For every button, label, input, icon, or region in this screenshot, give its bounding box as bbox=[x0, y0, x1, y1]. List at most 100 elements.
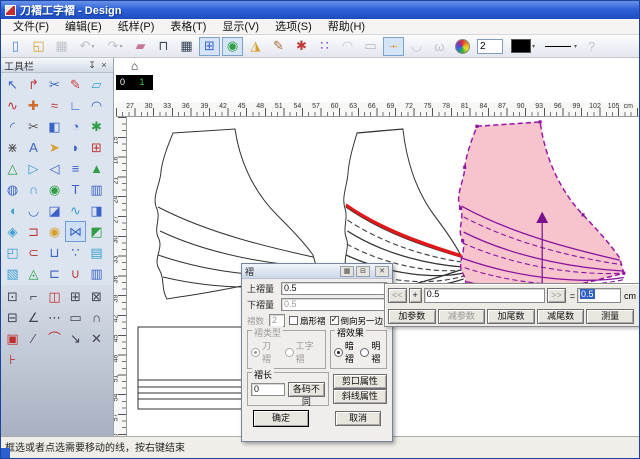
sidebar-tool-29[interactable]: ▥ bbox=[86, 179, 107, 200]
size-0[interactable]: 0 bbox=[120, 77, 125, 87]
sidebar-tool-34[interactable]: ◨ bbox=[86, 200, 107, 221]
pleat-length-input[interactable]: 0 bbox=[251, 383, 285, 396]
menu-table[interactable]: 表格(T) bbox=[162, 19, 214, 35]
sidebar-tool-62[interactable]: ⌒ bbox=[44, 328, 65, 349]
sidebar-tool-8[interactable]: ∟ bbox=[65, 95, 86, 116]
sidebar-tool-47[interactable]: ⊏ bbox=[44, 263, 65, 284]
sidebar-tool-18[interactable]: ◗ bbox=[65, 137, 86, 158]
drill-line-icon[interactable]: -•- bbox=[383, 37, 404, 56]
menu-pattern[interactable]: 纸样(P) bbox=[110, 19, 163, 35]
fan-pleat-checkbox[interactable] bbox=[289, 316, 298, 325]
sidebar-tool-58[interactable]: ▭ bbox=[65, 307, 86, 328]
sidebar-tool-54[interactable]: ⊠ bbox=[86, 286, 107, 307]
sidebar-tool-10[interactable]: ◜ bbox=[2, 116, 23, 137]
sidebar-tool-53[interactable]: ⊞ bbox=[65, 286, 86, 307]
sidebar-tool-2[interactable]: ✂ bbox=[44, 74, 65, 95]
sidebar-tool-42[interactable]: ⊔ bbox=[44, 242, 65, 263]
line-width-input[interactable] bbox=[477, 39, 503, 54]
sidebar-tool-31[interactable]: ◡ bbox=[23, 200, 44, 221]
menu-edit[interactable]: 编辑(E) bbox=[57, 19, 110, 35]
dialog-close-button[interactable]: ✕ bbox=[375, 266, 389, 277]
sidebar-tool-9[interactable]: ◠ bbox=[86, 95, 107, 116]
menu-file[interactable]: 文件(F) bbox=[5, 19, 57, 35]
spec-table-icon[interactable]: ▦ bbox=[176, 37, 197, 56]
notch-props-button[interactable]: 剪口属性 bbox=[333, 374, 387, 389]
sidebar-tool-11[interactable]: ✂ bbox=[23, 116, 44, 137]
sidebar-tool-28[interactable]: T bbox=[65, 179, 86, 200]
sidebar-tool-17[interactable]: ➤ bbox=[44, 137, 65, 158]
color-points-icon[interactable]: ∷ bbox=[314, 37, 335, 56]
calc-button-4[interactable]: 测量 bbox=[586, 309, 634, 324]
sidebar-tool-45[interactable]: ▧ bbox=[2, 263, 23, 284]
link-nodes-icon[interactable]: ✱ bbox=[291, 37, 312, 56]
sidebar-tool-44[interactable]: ▤ bbox=[86, 242, 107, 263]
sidebar-tool-39[interactable]: ◩ bbox=[86, 221, 107, 242]
sidebar-tool-51[interactable]: ⌐ bbox=[23, 286, 44, 307]
menu-help[interactable]: 帮助(H) bbox=[320, 19, 373, 35]
sidebar-tool-59[interactable]: ∩ bbox=[86, 307, 107, 328]
pleat-dialog-titlebar[interactable]: 褶 ▦ ⊟ ✕ bbox=[242, 264, 392, 279]
sidebar-tool-7[interactable]: ≈ bbox=[44, 95, 65, 116]
cancel-button[interactable]: 取消 bbox=[335, 411, 381, 426]
sidebar-tool-65[interactable]: ⊦ bbox=[2, 349, 23, 370]
open-folder-icon[interactable]: ◱ bbox=[28, 37, 49, 56]
pin-icon[interactable]: ↧ bbox=[86, 60, 98, 71]
sidebar-tool-50[interactable]: ⊡ bbox=[2, 286, 23, 307]
sidebar-tool-60[interactable]: ▣ bbox=[2, 328, 23, 349]
line-style-icon[interactable]: ▾ bbox=[541, 37, 579, 56]
menu-view[interactable]: 显示(V) bbox=[214, 19, 267, 35]
sidebar-tool-63[interactable]: ↘ bbox=[65, 328, 86, 349]
worktable-icon[interactable]: ⊓ bbox=[153, 37, 174, 56]
size-1[interactable]: 1 bbox=[140, 77, 145, 87]
sidebar-tool-13[interactable]: ◔ bbox=[65, 116, 86, 137]
sidebar-tool-25[interactable]: ◍ bbox=[2, 179, 23, 200]
diagonal-props-button[interactable]: 斜线属性 bbox=[333, 389, 387, 404]
pattern-window-icon[interactable]: ⊞ bbox=[199, 37, 220, 56]
show-piece-icon[interactable]: ◉ bbox=[222, 37, 243, 56]
plus-button[interactable]: + bbox=[409, 288, 422, 303]
new-file-icon[interactable]: ▯ bbox=[5, 37, 26, 56]
sidebar-tool-37[interactable]: ◉ bbox=[44, 221, 65, 242]
three-d-view-icon[interactable]: ◮ bbox=[245, 37, 266, 56]
close-icon[interactable]: × bbox=[98, 60, 110, 70]
upper-pleat-input[interactable]: 0.5 bbox=[281, 282, 387, 295]
sidebar-tool-12[interactable]: ◧ bbox=[44, 116, 65, 137]
color-wheel-icon[interactable] bbox=[452, 37, 473, 56]
sidebar-tool-57[interactable]: ⋯ bbox=[44, 307, 65, 328]
menu-options[interactable]: 选项(S) bbox=[267, 19, 320, 35]
sidebar-tool-52[interactable]: ◫ bbox=[44, 286, 65, 307]
sidebar-tool-3[interactable]: ✎ bbox=[65, 74, 86, 95]
sidebar-tool-14[interactable]: ✱ bbox=[86, 116, 107, 137]
sidebar-tool-55[interactable]: ⊟ bbox=[2, 307, 23, 328]
sidebar-tool-26[interactable]: ∩ bbox=[23, 179, 44, 200]
line-color-icon[interactable]: ▾ bbox=[507, 37, 539, 56]
sidebar-tool-0[interactable]: ↖ bbox=[2, 74, 23, 95]
sidebar-tool-27[interactable]: ◉ bbox=[44, 179, 65, 200]
sidebar-tool-24[interactable]: ▲ bbox=[86, 158, 107, 179]
sidebar-tool-41[interactable]: ⊂ bbox=[23, 242, 44, 263]
hidden-pleat-radio[interactable] bbox=[334, 348, 343, 357]
brush-icon[interactable]: ✎ bbox=[268, 37, 289, 56]
per-size-button[interactable]: 各码不同 bbox=[288, 382, 325, 397]
sidebar-tool-1[interactable]: ↱ bbox=[23, 74, 44, 95]
dialog-collapse-button[interactable]: ⊟ bbox=[356, 266, 370, 277]
flip-side-checkbox[interactable] bbox=[330, 316, 339, 325]
sidebar-tool-40[interactable]: ◰ bbox=[2, 242, 23, 263]
calc-button-0[interactable]: 加参数 bbox=[388, 309, 436, 324]
sidebar-tool-23[interactable]: ≡ bbox=[65, 158, 86, 179]
sidebar-tool-36[interactable]: ⊐ bbox=[23, 221, 44, 242]
ok-button[interactable]: 确定 bbox=[253, 410, 309, 427]
expression-input[interactable]: 0.5 bbox=[424, 288, 545, 303]
calc-button-2[interactable]: 加尾数 bbox=[487, 309, 535, 324]
sidebar-tool-38[interactable]: ⋈ bbox=[65, 221, 86, 242]
visible-pleat-radio[interactable] bbox=[360, 348, 369, 357]
sidebar-tool-61[interactable]: ∕ bbox=[23, 328, 44, 349]
calc-button-3[interactable]: 减尾数 bbox=[537, 309, 585, 324]
pattern-piece-selected[interactable] bbox=[459, 120, 626, 307]
sidebar-tool-35[interactable]: ◈ bbox=[2, 221, 23, 242]
sidebar-tool-46[interactable]: ◬ bbox=[23, 263, 44, 284]
sidebar-tool-5[interactable]: ∿ bbox=[2, 95, 23, 116]
sidebar-tool-19[interactable]: ⊞ bbox=[86, 137, 107, 158]
piece-list-panel[interactable]: ⌂ 0 1 bbox=[116, 58, 153, 90]
sidebar-tool-48[interactable]: ∪ bbox=[65, 263, 86, 284]
